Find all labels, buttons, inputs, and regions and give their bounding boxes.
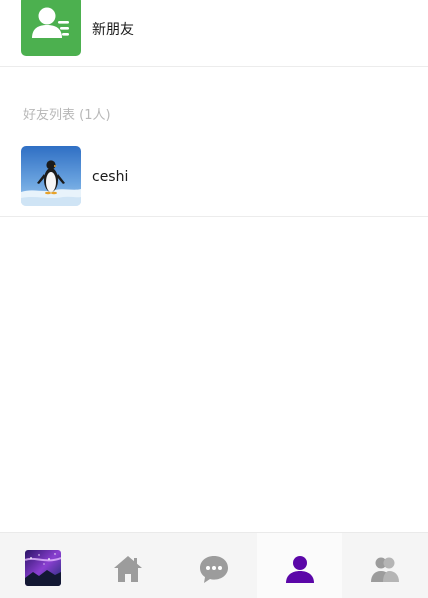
home-icon bbox=[114, 556, 143, 582]
add-contact-icon bbox=[21, 0, 81, 56]
tab-contacts[interactable] bbox=[256, 533, 343, 598]
profile-avatar bbox=[24, 550, 61, 586]
group-icon bbox=[371, 557, 400, 582]
contact-icon bbox=[285, 556, 314, 583]
tab-home[interactable] bbox=[86, 533, 172, 598]
friend-name: ceshi bbox=[92, 169, 129, 185]
tab-messages[interactable] bbox=[171, 533, 257, 598]
penguin-avatar bbox=[21, 146, 81, 206]
bottom-tab-bar bbox=[0, 532, 428, 598]
tab-groups[interactable] bbox=[342, 533, 428, 598]
friend-list-title: 好友列表 (1人) bbox=[23, 108, 111, 123]
new-friends-row[interactable]: 新朋友 bbox=[0, 0, 428, 67]
chat-bubble-icon bbox=[199, 556, 228, 583]
new-friends-label: 新朋友 bbox=[92, 22, 134, 38]
tab-profile[interactable] bbox=[0, 533, 86, 598]
friend-list-item[interactable]: ceshi bbox=[0, 140, 428, 217]
